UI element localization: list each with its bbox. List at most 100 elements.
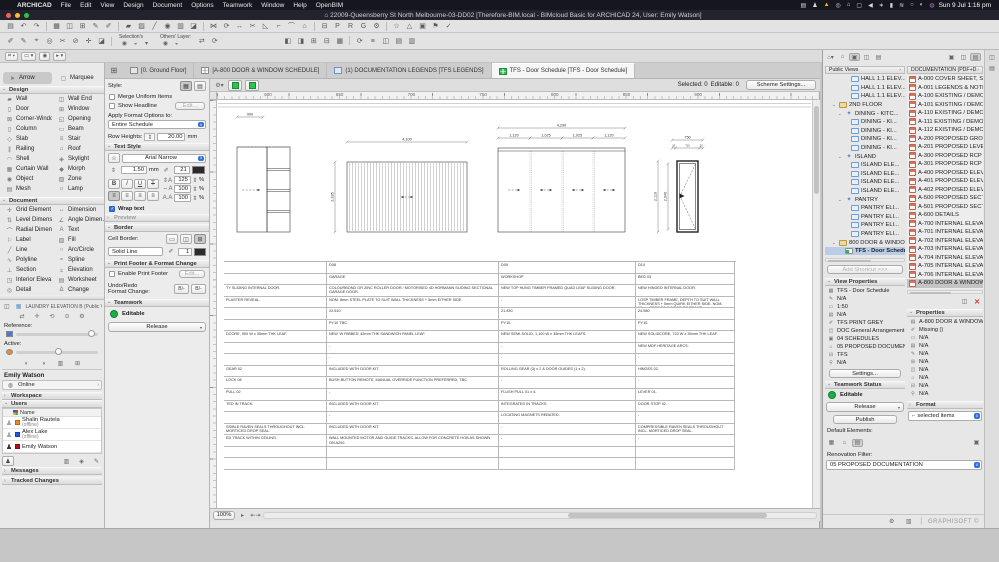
schedule-cell[interactable]: PY10. xyxy=(636,319,735,332)
tool-section[interactable]: ⊥ Section xyxy=(0,265,52,275)
schedule-cell[interactable]: NEW 'W RIBBED' 42mm THK SANDWICH PANEL L… xyxy=(327,331,499,343)
viewmap-item[interactable]: PANTRY ELI... xyxy=(825,213,905,222)
viewmap-item[interactable]: ⌄ 800 DOOR & WINDOW xyxy=(825,238,905,247)
quick-layers-icon[interactable]: ⇄ xyxy=(195,36,208,47)
disclosure-arrow[interactable]: ⌄ xyxy=(838,154,843,160)
online-status-control[interactable]: ◍ Online › xyxy=(2,380,102,390)
leading-input[interactable]: 125 xyxy=(174,176,191,184)
spacing-stepper[interactable]: ⇕ xyxy=(192,194,198,202)
edit-items-button[interactable] xyxy=(245,79,259,91)
format-selector[interactable]: ⌐ selected items ⇕ xyxy=(908,411,982,421)
fillet-icon[interactable]: ⌒ xyxy=(285,21,298,32)
pickup-parameters-icon[interactable]: ✐ xyxy=(4,36,17,47)
horizontal-scrollbar[interactable] xyxy=(263,511,817,519)
schedule-cell[interactable]: NEW HINGED INTERNAL DOOR. xyxy=(636,285,735,297)
schedule-cell[interactable]: INCLUDED WITH DOOR KIT. xyxy=(327,423,499,436)
lock-selection-icon[interactable]: ◒ xyxy=(130,40,141,48)
favorites-icon[interactable]: ☆ xyxy=(390,21,403,32)
tool-detail[interactable]: ◎ Detail xyxy=(0,285,52,295)
palette-icon[interactable]: ◫ xyxy=(379,36,392,47)
schedule-cell[interactable]: WALL MOUNTED MOTOR AND GUIDE TRACKS. ALL… xyxy=(327,435,499,447)
style-grid-button[interactable]: ▦ xyxy=(180,81,192,91)
tab-overview-icon[interactable]: ⊞ xyxy=(105,63,123,78)
schedule-cell[interactable]: HINGES 02. xyxy=(636,365,735,378)
pin-icon[interactable]: P xyxy=(331,21,344,32)
apply-format-select[interactable]: Entire Schedule ⇕ xyxy=(108,120,206,129)
schedule-cell[interactable]: FLUSH PULL 01 x 4. xyxy=(499,389,636,401)
lock-others-icon[interactable]: ◒ xyxy=(171,40,182,48)
schedule-cell-empty[interactable] xyxy=(224,458,327,470)
menu-edit[interactable]: Edit xyxy=(80,2,91,9)
user-row[interactable]: ♟ Shalin Rautela (offline) xyxy=(3,417,101,429)
view-property[interactable]: ⚲ N/A xyxy=(825,359,905,367)
layout-property[interactable]: ▤A-800 DOOR & WINDOW SCHE... xyxy=(907,318,983,326)
schedule-cell-empty[interactable] xyxy=(327,458,499,470)
layer-shortcut[interactable]: ⌗ ▾ xyxy=(5,51,18,61)
disclosure-arrow[interactable]: ⌄ xyxy=(832,102,837,108)
mirror-icon[interactable]: ⋈ xyxy=(207,21,220,32)
tool-roof[interactable]: ⌂ Roof xyxy=(52,144,104,154)
schedule-cell[interactable]: INTEGRATED IN TRACKS. xyxy=(499,400,636,413)
tool-zone[interactable]: ▨ Zone xyxy=(52,174,104,184)
adjust-icon[interactable]: ⌐ xyxy=(272,21,285,32)
active-intensity-slider[interactable] xyxy=(16,348,98,355)
viewmap-item[interactable]: ⌄ 2ND FLOOR xyxy=(825,101,905,110)
gear-icon[interactable]: ⚙ xyxy=(886,518,897,526)
schedule-cell[interactable]: LEVER 01. xyxy=(636,389,735,401)
schedule-cell[interactable]: PULL 02 xyxy=(224,389,327,401)
grid-options-icon[interactable]: ⊟ xyxy=(318,21,331,32)
schedule-cell[interactable]: - xyxy=(327,342,499,355)
fill-default-icon[interactable]: ▨ xyxy=(135,21,148,32)
layout-item[interactable]: A-700 INTERNAL ELEVAT... xyxy=(907,220,983,229)
show-headline-row[interactable]: Show Headline Edit... xyxy=(105,101,209,111)
drawing-area[interactable]: 900 4,100 2,335 4,290 1,120 1,025 1,025 1,120 75… xyxy=(217,100,812,508)
disclosure-arrow[interactable]: ⌄ xyxy=(838,197,843,203)
grid-snap-icon[interactable]: ⊞ xyxy=(76,21,89,32)
display-icon[interactable]: ▢ xyxy=(856,2,862,9)
schedule-cell[interactable]: GEAR 02 xyxy=(224,365,327,378)
view-property[interactable]: ▭ 1:50 xyxy=(825,303,905,311)
reference-view-name[interactable]: LAUNDRY ELEVATION B (Public Vie... xyxy=(25,304,102,310)
default-folder-icon[interactable]: ▣ xyxy=(971,439,982,447)
layout-item[interactable]: A-702 INTERNAL ELEVAT... xyxy=(907,237,983,246)
view-property[interactable]: ✎ N/A xyxy=(825,295,905,303)
tool-elevation[interactable]: ⌅ Elevation xyxy=(52,265,104,275)
viewmap-item[interactable]: HALL 1.1 ELEV... xyxy=(825,84,905,93)
override-icon[interactable]: G xyxy=(357,21,370,32)
leading-stepper[interactable]: ⇕ xyxy=(192,176,198,184)
view-property[interactable]: ⌂ 05 PROPOSED DOCUMENTATION xyxy=(825,343,905,351)
redo-format-button[interactable]: B/- xyxy=(191,284,206,294)
layout-item[interactable]: A-500 PROPOSED SECTI... xyxy=(907,194,983,203)
schedule-cell[interactable]: 24.980 xyxy=(636,308,735,320)
schedule-cell[interactable] xyxy=(224,354,327,366)
add-user-button[interactable]: ♟ xyxy=(2,456,14,466)
minimize-window-button[interactable] xyxy=(15,12,20,18)
strip-panel-icon[interactable]: ▤ xyxy=(987,64,998,72)
user-row[interactable]: ♟ Emily Watson xyxy=(3,441,101,453)
zoom-menu-icon[interactable]: ▸ xyxy=(237,511,248,519)
tool-wall-end[interactable]: ◫ Wall End xyxy=(52,94,104,104)
tab-2[interactable]: [A-800 DOOR & WINDOW SCHEDULE] xyxy=(194,63,328,78)
tool-line[interactable]: ╱ Line xyxy=(0,245,52,255)
viewmap-item[interactable]: ⌄ ✦ ISLAND xyxy=(825,152,905,161)
viewmap-item[interactable]: ISLAND ELE... xyxy=(825,161,905,170)
schedule-cell[interactable] xyxy=(224,319,327,332)
tool-wall[interactable]: ▰ Wall xyxy=(0,94,52,104)
battery-icon[interactable]: ▮ xyxy=(890,2,893,9)
inject-parameters-icon[interactable]: ✎ xyxy=(17,36,30,47)
save-icon[interactable]: ▤ xyxy=(4,21,17,32)
siri-icon[interactable]: ◍ xyxy=(929,2,934,9)
message-icon[interactable]: ▥ xyxy=(61,457,72,465)
layout-item[interactable]: A-800 DOOR & WINDOW xyxy=(907,279,983,288)
trace-icon[interactable]: ◫ xyxy=(2,303,12,311)
print-footer-checkbox[interactable] xyxy=(109,271,115,277)
tool-polyline[interactable]: ∿ Polyline xyxy=(0,255,52,265)
layout-item[interactable]: A-200 PROPOSED GROU... xyxy=(907,135,983,144)
schedule-cell[interactable]: - xyxy=(327,354,499,366)
default-grid-icon[interactable]: ▦ xyxy=(826,439,837,447)
schedule-cell[interactable]: D09 xyxy=(499,262,636,274)
headline-checkbox[interactable] xyxy=(109,103,115,109)
tool-level-dimens[interactable]: ⇅Level Dimens... xyxy=(0,215,52,225)
font-pen-input[interactable]: 21 xyxy=(173,166,190,174)
viewmap-item[interactable]: DINING - KI... xyxy=(825,135,905,144)
